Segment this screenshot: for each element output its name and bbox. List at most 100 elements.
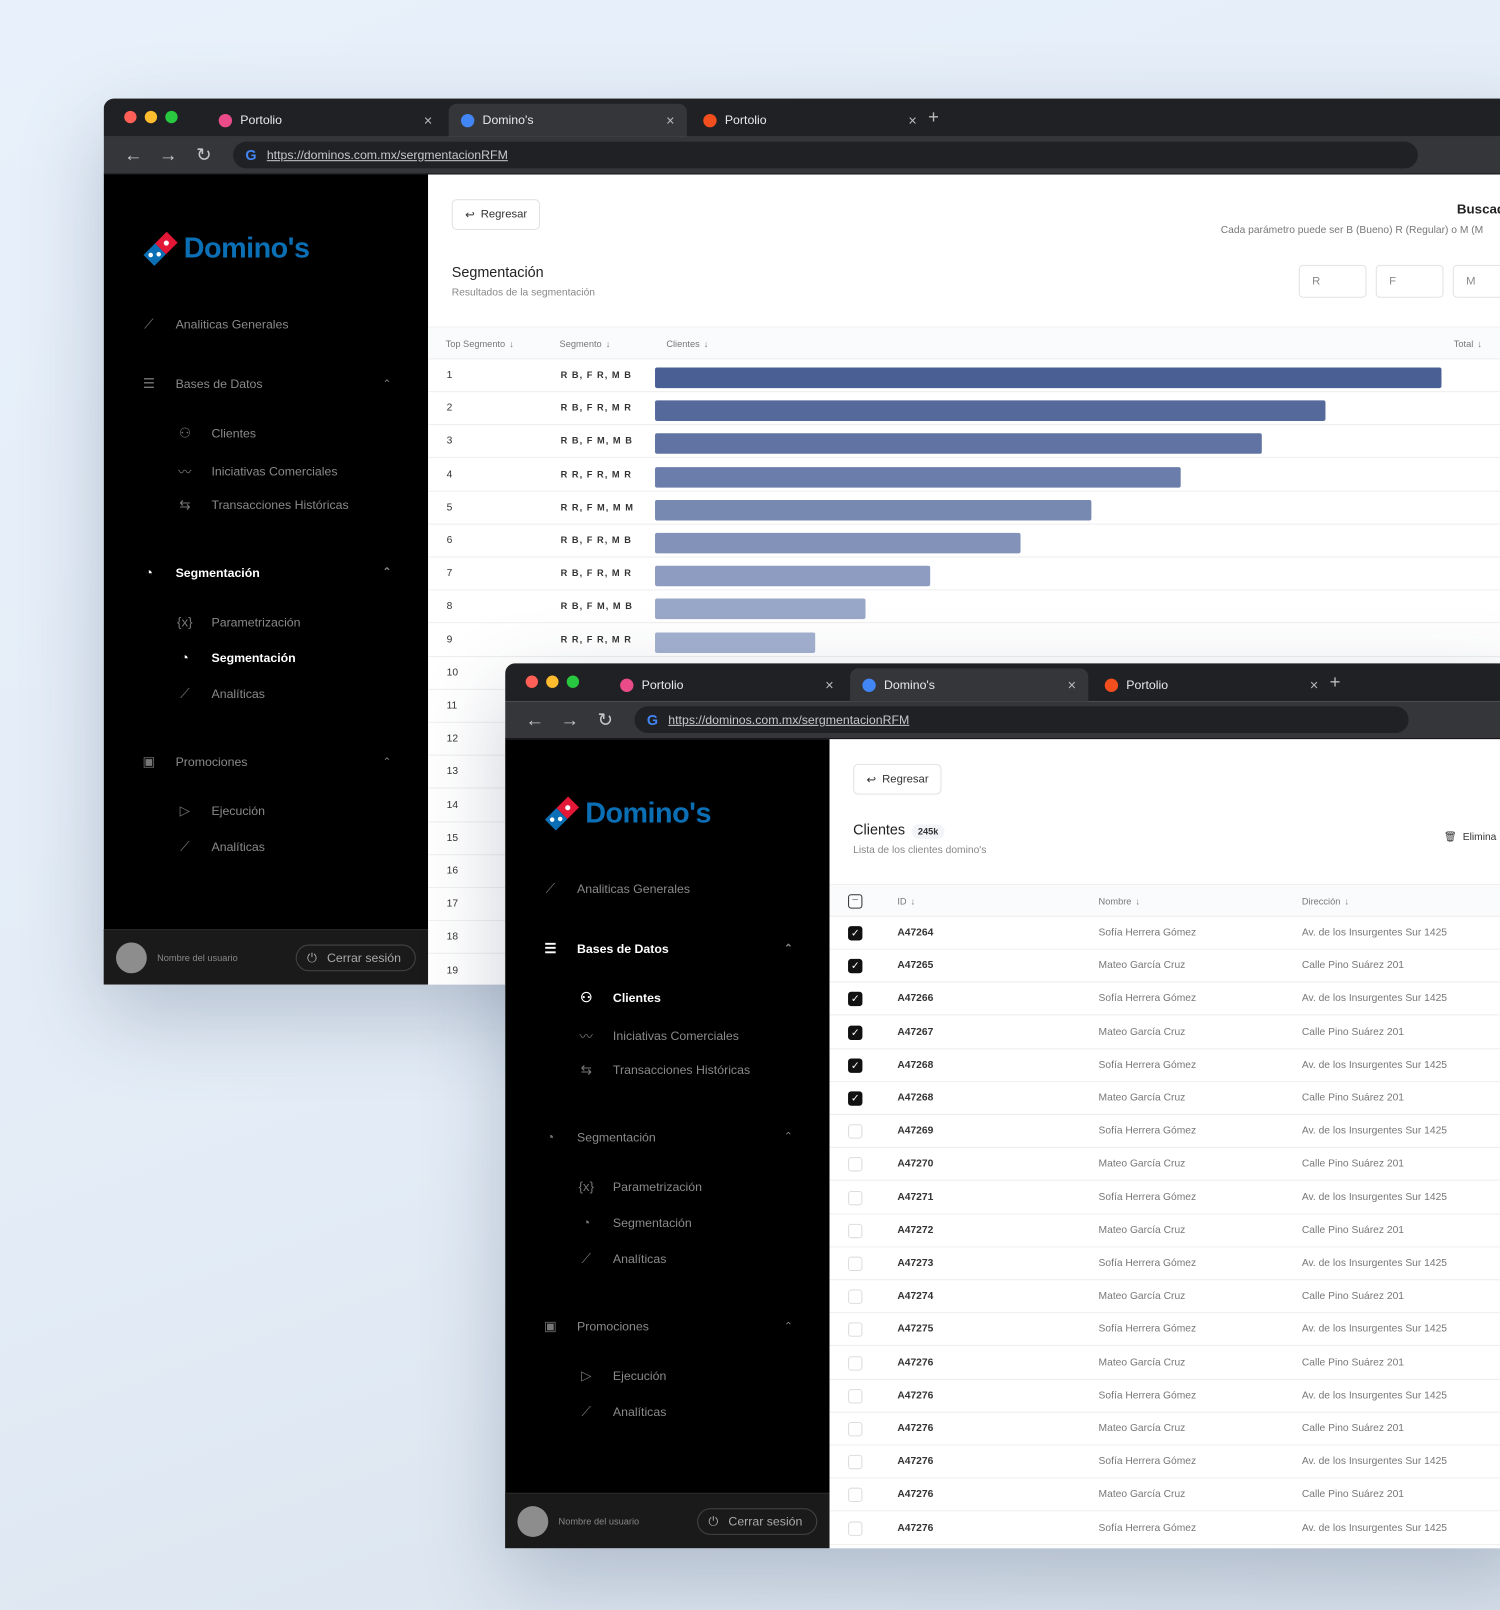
table-row[interactable]: A47274 Mateo García Cruz Calle Pino Suárez… (829, 1280, 1500, 1314)
browser-tab[interactable]: Portolio × (206, 104, 444, 137)
sidebar-item[interactable]: ⇆ Transacciones Históricas (578, 1062, 829, 1078)
close-tab-icon[interactable]: × (1310, 677, 1318, 693)
reload-icon[interactable]: ↻ (196, 145, 211, 167)
column-header[interactable]: ID ↓ (897, 896, 915, 906)
close-tab-icon[interactable]: × (825, 677, 833, 693)
table-row[interactable]: A47276 Mateo García Cruz Calle Pino Suárez… (829, 1413, 1500, 1446)
close-window-button[interactable] (124, 110, 137, 124)
browser-tab[interactable]: Domino's × (850, 668, 1089, 702)
table-row[interactable]: A47269 Sofía Herrera Gómez Av. de los Insu… (829, 1115, 1500, 1149)
forward-icon[interactable]: → (561, 709, 579, 731)
sidebar-item[interactable]: ⇆ Transacciones Históricas (177, 497, 428, 513)
table-row[interactable]: A47270 Mateo García Cruz Calle Pino Suárez… (829, 1148, 1500, 1182)
sidebar-item[interactable]: ◔ Segmentación (177, 650, 428, 665)
sidebar-item[interactable]: ☰ Bases de Datos ⌃ (141, 376, 392, 392)
sidebar-item[interactable]: ⟋ Analíticas (578, 1251, 829, 1267)
table-row[interactable]: 3 R B, F M, M B (428, 425, 1500, 459)
sidebar-item[interactable]: ▣ Promociones ⌃ (542, 1318, 793, 1334)
column-header[interactable]: Segmento ↓ (560, 339, 611, 349)
column-header[interactable]: Top Segmento ↓ (446, 339, 514, 349)
browser-tab[interactable]: Portolio × (1092, 668, 1330, 701)
column-header[interactable]: Nombre ↓ (1099, 896, 1141, 906)
sidebar-item[interactable]: ☰ Bases de Datos ⌃ (542, 940, 793, 956)
table-row[interactable]: 2 R B, F R, M R (428, 392, 1500, 426)
clientes-bar[interactable] (655, 499, 1092, 521)
sidebar-item[interactable]: ▣ Promociones ⌃ (141, 754, 392, 770)
clientes-bar[interactable] (655, 466, 1181, 488)
sidebar-item[interactable]: {x} Parametrización (177, 614, 428, 629)
row-checkbox[interactable] (848, 1455, 863, 1470)
table-row[interactable]: A47276 Sofía Herrera Gómez Av. de los Insu… (829, 1380, 1500, 1413)
table-row[interactable]: A47271 Sofía Herrera Gómez Av. de los Insu… (829, 1181, 1500, 1215)
table-row[interactable]: 7 R B, F R, M R (428, 558, 1500, 591)
url-field[interactable]: Ghttps://dominos.com.mx/sergmentacionRFM (233, 141, 1418, 169)
avatar[interactable] (116, 942, 147, 974)
clientes-bar[interactable] (655, 532, 1021, 554)
clientes-bar[interactable] (655, 433, 1262, 455)
url-field[interactable]: Ghttps://dominos.com.mx/sergmentacionRFM (634, 706, 1409, 734)
rfm-input-r[interactable]: R (1298, 264, 1367, 298)
row-checkbox[interactable]: ✓ (848, 1058, 863, 1073)
column-header[interactable]: Total ↓ (1454, 339, 1482, 349)
row-checkbox[interactable] (848, 1223, 863, 1238)
table-row[interactable]: A47275 Sofía Herrera Gómez Av. de los Insu… (829, 1314, 1500, 1347)
close-tab-icon[interactable]: × (1068, 677, 1076, 693)
row-checkbox[interactable] (848, 1256, 863, 1272)
close-window-button[interactable] (525, 675, 538, 688)
row-checkbox[interactable]: ✓ (848, 959, 863, 974)
table-row[interactable]: 6 R B, F R, M B (428, 525, 1500, 558)
chevron-up-icon[interactable]: ⌃ (784, 1321, 793, 1332)
new-tab-button[interactable]: + (928, 107, 939, 129)
sidebar-item[interactable]: 〰 Iniciativas Comerciales (578, 1026, 829, 1046)
row-checkbox[interactable] (848, 1355, 863, 1371)
row-checkbox[interactable]: ✓ (848, 926, 863, 941)
select-all-checkbox[interactable]: − (848, 894, 863, 909)
row-checkbox[interactable] (848, 1388, 863, 1404)
chevron-up-icon[interactable]: ⌃ (784, 1131, 793, 1142)
row-checkbox[interactable] (848, 1521, 863, 1536)
row-checkbox[interactable] (848, 1289, 863, 1305)
row-checkbox[interactable]: ✓ (848, 1091, 863, 1106)
row-checkbox[interactable] (848, 1322, 863, 1338)
row-checkbox[interactable]: ✓ (848, 992, 863, 1007)
sidebar-item[interactable]: ◔ Segmentación ⌃ (141, 565, 391, 580)
sidebar-item[interactable]: {x} Parametrización (578, 1179, 829, 1194)
sidebar-item[interactable]: ⚇ Clientes (177, 425, 428, 441)
row-checkbox[interactable]: ✓ (848, 1025, 863, 1040)
sidebar-item[interactable]: 〰 Iniciativas Comerciales (177, 461, 428, 481)
row-checkbox[interactable] (848, 1190, 863, 1205)
rfm-input-f[interactable]: F (1375, 264, 1444, 298)
chevron-up-icon[interactable]: ⌃ (784, 943, 793, 954)
close-tab-icon[interactable]: × (908, 112, 916, 128)
chevron-up-icon[interactable]: ⌃ (383, 378, 392, 389)
table-row[interactable]: 5 R R, F M, M M (428, 492, 1500, 525)
table-row[interactable]: 4 R R, F R, M R (428, 459, 1500, 492)
clientes-bar[interactable] (655, 565, 931, 587)
clientes-bar[interactable] (655, 598, 866, 620)
table-row[interactable]: ✓ A47267 Mateo García Cruz Calle Pino Suáre… (829, 1016, 1500, 1049)
browser-tab[interactable]: Portolio × (691, 104, 929, 137)
sidebar-item[interactable]: ◔ Segmentación ⌃ (542, 1129, 793, 1144)
new-tab-button[interactable]: + (1330, 671, 1341, 693)
sidebar-item[interactable]: ◔ Segmentación (578, 1215, 829, 1230)
sidebar-item[interactable]: ⟋ Analíticas (177, 839, 428, 855)
chevron-up-icon[interactable]: ⌃ (383, 756, 392, 767)
back-button[interactable]: ↩ Regresar (853, 763, 942, 795)
back-icon[interactable]: ← (526, 709, 544, 731)
table-row[interactable]: A47276 Sofía Herrera Gómez Av. de los Insu… (829, 1446, 1500, 1479)
table-row[interactable]: ✓ A47268 Sofía Herrera Gómez Av. de los Ins… (829, 1049, 1500, 1082)
sidebar-item[interactable]: ⚇ Clientes (578, 990, 829, 1006)
row-checkbox[interactable] (848, 1124, 863, 1139)
minimize-window-button[interactable] (144, 110, 158, 124)
table-row[interactable]: ✓ A47266 Sofía Herrera Gómez Av. de los Ins… (829, 983, 1500, 1016)
table-row[interactable]: ✓ A47265 Mateo García Cruz Calle Pino Suáre… (829, 950, 1500, 983)
table-row[interactable]: 9 R R, F R, M R (428, 624, 1500, 657)
clientes-bar[interactable] (655, 400, 1326, 422)
row-checkbox[interactable] (848, 1421, 863, 1437)
maximize-window-button[interactable] (566, 675, 580, 688)
table-row[interactable]: A47273 Sofía Herrera Gómez Av. de los Insu… (829, 1247, 1500, 1281)
sidebar-item[interactable]: ⟋ Analiticas Generales (141, 316, 392, 332)
table-row[interactable]: A47276 Mateo García Cruz Calle Pino Suárez… (829, 1479, 1500, 1512)
avatar[interactable] (517, 1506, 549, 1537)
minimize-window-button[interactable] (546, 675, 559, 688)
